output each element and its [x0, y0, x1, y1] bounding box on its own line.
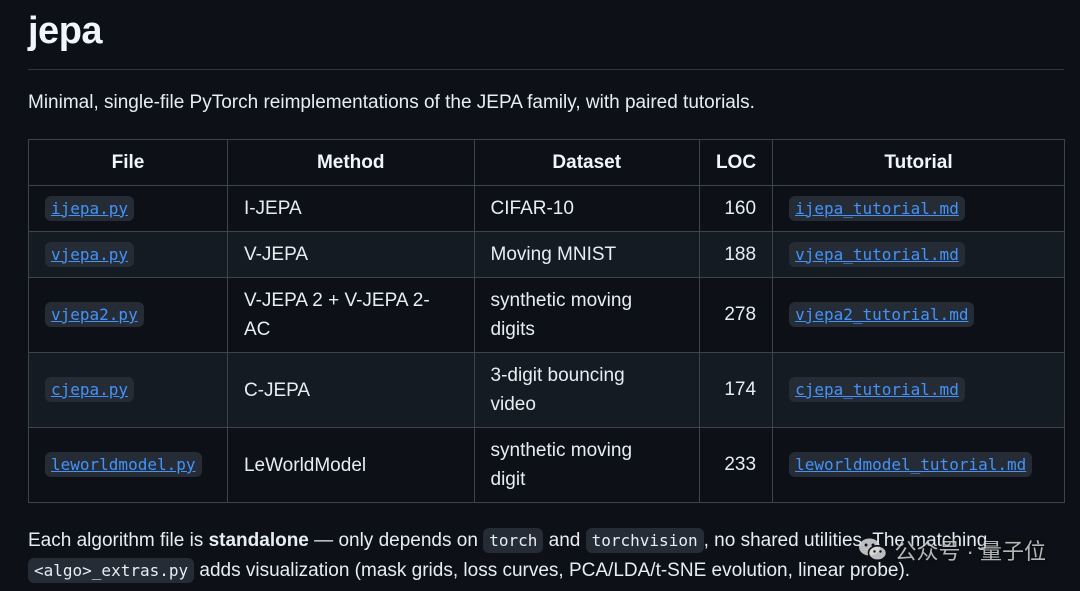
- file-cell: ijepa.py: [28, 185, 228, 232]
- description: Minimal, single-file PyTorch reimplement…: [28, 92, 755, 113]
- file-link[interactable]: ijepa.py: [45, 195, 135, 221]
- tutorial-link[interactable]: vjepa_tutorial.md: [789, 241, 965, 267]
- file-cell: cjepa.py: [28, 352, 228, 428]
- tutorial-link[interactable]: ijepa_tutorial.md: [789, 195, 965, 221]
- dataset-text: 3-digit bouncing: [490, 365, 625, 386]
- header-method: Method: [226, 139, 475, 186]
- file-cell: vjepa2.py: [28, 277, 228, 353]
- footer-text: and: [543, 530, 586, 551]
- method-cell: I-JEPA: [226, 185, 475, 232]
- page-title: jepa: [28, 10, 103, 52]
- tutorial-cell: ijepa_tutorial.md: [772, 185, 1065, 232]
- watermark-text: 公众号 · 量子位: [894, 539, 1046, 564]
- method-cell: V-JEPA: [226, 231, 475, 278]
- file-cell: vjepa.py: [28, 231, 228, 278]
- header-tutorial: Tutorial: [772, 139, 1065, 186]
- tutorial-link[interactable]: cjepa_tutorial.md: [789, 377, 965, 402]
- loc-cell: 188: [698, 231, 774, 278]
- inline-code: torch: [483, 528, 544, 553]
- heading-divider: [28, 69, 1064, 70]
- loc-cell: 278: [698, 277, 774, 353]
- dataset-text: synthetic moving: [490, 290, 633, 311]
- inline-code: torchvision: [585, 528, 704, 553]
- footer-bold-text: standalone: [208, 530, 309, 551]
- tutorial-link[interactable]: vjepa2_tutorial.md: [789, 302, 975, 327]
- table-row: cjepa.py C-JEPA 3-digit bouncing video 1…: [28, 352, 1065, 428]
- footer-text: — only depends on: [308, 530, 484, 551]
- footer-text: adds visualization (mask grids, loss cur…: [194, 560, 911, 581]
- watermark: 公众号 · 量子位: [858, 534, 1046, 566]
- dataset-text: synthetic moving: [490, 440, 633, 461]
- header-loc: LOC: [698, 139, 774, 186]
- file-cell: leworldmodel.py: [28, 427, 228, 503]
- loc-cell: 160: [698, 185, 774, 232]
- method-text: LeWorldModel: [243, 454, 367, 476]
- method-text: C-JEPA: [243, 379, 311, 401]
- table-row: ijepa.py I-JEPA CIFAR-10 160 ijepa_tutor…: [28, 185, 1065, 232]
- dataset-text: Moving MNIST: [490, 244, 617, 265]
- file-link[interactable]: vjepa.py: [45, 241, 135, 267]
- method-text: AC: [243, 319, 271, 340]
- file-link[interactable]: cjepa.py: [45, 377, 135, 402]
- method-text: V-JEPA 2 + V-JEPA 2-: [243, 290, 430, 311]
- dataset-cell: synthetic moving digit: [473, 427, 700, 503]
- method-text: I-JEPA: [243, 198, 302, 219]
- loc-cell: 233: [698, 427, 774, 503]
- footer-text: Each algorithm file is: [28, 530, 209, 551]
- method-cell: C-JEPA: [226, 352, 475, 428]
- tutorial-cell: vjepa2_tutorial.md: [772, 277, 1065, 353]
- files-table: File Method Dataset LOC Tutorial ijepa.p…: [28, 139, 1065, 503]
- tutorial-cell: leworldmodel_tutorial.md: [772, 427, 1065, 503]
- dataset-cell: CIFAR-10: [473, 185, 700, 232]
- wechat-icon: [858, 537, 888, 563]
- file-link[interactable]: vjepa2.py: [45, 302, 144, 327]
- dataset-cell: synthetic moving digits: [473, 277, 700, 353]
- tutorial-link[interactable]: leworldmodel_tutorial.md: [789, 452, 1033, 477]
- table-row: vjepa.py V-JEPA Moving MNIST 188 vjepa_t…: [28, 231, 1065, 278]
- method-cell: LeWorldModel: [226, 427, 475, 503]
- file-link[interactable]: leworldmodel.py: [45, 452, 202, 477]
- dataset-text: CIFAR-10: [490, 198, 574, 219]
- dataset-text: digits: [490, 319, 535, 340]
- dataset-cell: Moving MNIST: [473, 231, 700, 278]
- table-header-row: File Method Dataset LOC Tutorial: [28, 139, 1065, 186]
- method-cell: V-JEPA 2 + V-JEPA 2- AC: [226, 277, 475, 353]
- header-dataset: Dataset: [473, 139, 700, 186]
- table-row: leworldmodel.py LeWorldModel synthetic m…: [28, 427, 1065, 503]
- dataset-cell: 3-digit bouncing video: [473, 352, 700, 428]
- table-row: vjepa2.py V-JEPA 2 + V-JEPA 2- AC synthe…: [28, 277, 1065, 353]
- header-file: File: [28, 139, 228, 186]
- dataset-text: video: [490, 394, 536, 415]
- method-text: V-JEPA: [243, 244, 309, 265]
- tutorial-cell: cjepa_tutorial.md: [772, 352, 1065, 428]
- tutorial-cell: vjepa_tutorial.md: [772, 231, 1065, 278]
- inline-code: <algo>_extras.py: [28, 558, 195, 583]
- dataset-text: digit: [490, 469, 526, 490]
- loc-cell: 174: [698, 352, 774, 428]
